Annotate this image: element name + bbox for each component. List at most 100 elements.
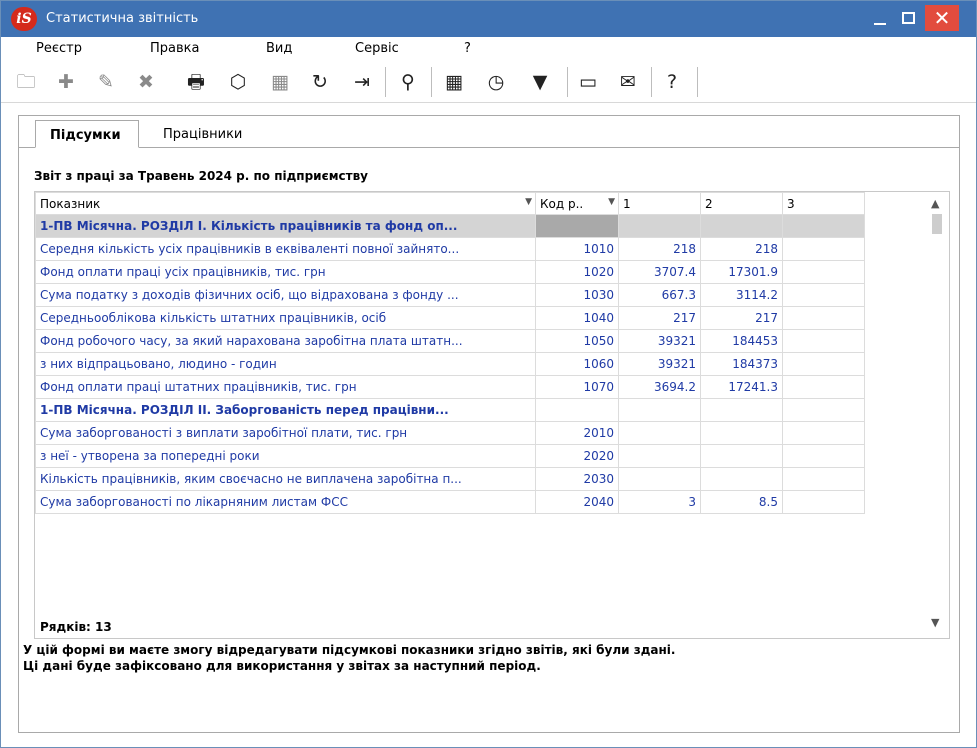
cell-value[interactable] [618,444,701,468]
table-row[interactable]: Фонд робочого часу, за який нарахована з… [35,329,865,353]
print-button[interactable]: 🖶 [181,67,211,97]
delete-item-button[interactable]: ✖ [131,67,161,97]
cell-value[interactable] [782,467,865,491]
cell-value[interactable] [782,490,865,514]
cell-value[interactable]: 17241.3 [700,375,783,399]
column-header-indicator[interactable]: Показник ▼ [35,192,536,215]
cell-value[interactable]: 39321 [618,352,701,376]
cell-indicator[interactable]: Фонд оплати праці штатних працівників, т… [35,375,536,399]
cell-value[interactable]: 39321 [618,329,701,353]
cell-indicator[interactable]: Середньооблікова кількість штатних праці… [35,306,536,330]
box-button[interactable]: ⬡ [223,67,253,97]
cell-value[interactable] [782,375,865,399]
cell-value[interactable] [782,352,865,376]
cell-indicator[interactable]: Кількість працівників, яким своєчасно не… [35,467,536,491]
table-row[interactable]: Кількість працівників, яким своєчасно не… [35,467,865,491]
cell-value[interactable]: 218 [618,237,701,261]
tab-employees[interactable]: Працівники [149,120,259,148]
cell-code[interactable] [535,214,619,238]
cell-indicator[interactable]: 1-ПВ Місячна. РОЗДІЛ II. Заборгованість … [35,398,536,422]
cell-value[interactable]: 184453 [700,329,783,353]
column-header-code[interactable]: Код р.. ▼ [535,192,619,215]
column-filter-icon[interactable]: ▼ [525,197,532,207]
cell-indicator[interactable]: Фонд оплати праці усіх працівників, тис.… [35,260,536,284]
cell-code[interactable]: 1010 [535,237,619,261]
section-row[interactable]: 1-ПВ Місячна. РОЗДІЛ II. Заборгованість … [35,398,865,422]
cell-indicator[interactable]: Сума податку з доходів фізичних осіб, що… [35,283,536,307]
cell-value[interactable] [618,467,701,491]
cell-value[interactable]: 3707.4 [618,260,701,284]
menu-view[interactable]: Вид [266,41,292,56]
help-button[interactable]: ? [657,67,687,97]
cell-value[interactable] [618,214,701,238]
cell-code[interactable]: 1020 [535,260,619,284]
search-button[interactable]: ⚲ [393,67,423,97]
cell-code[interactable]: 1030 [535,283,619,307]
cell-value[interactable]: 218 [700,237,783,261]
cell-value[interactable]: 184373 [700,352,783,376]
cell-code[interactable]: 1060 [535,352,619,376]
table-row[interactable]: Сума заборгованості з виплати заробітної… [35,421,865,445]
cell-value[interactable] [700,421,783,445]
column-header-3[interactable]: 3 [782,192,865,215]
cell-value[interactable]: 17301.9 [700,260,783,284]
table-row[interactable]: Фонд оплати праці усіх працівників, тис.… [35,260,865,284]
mail-button[interactable]: ✉ [613,67,643,97]
menu-edit[interactable]: Правка [150,41,199,56]
table-row[interactable]: Середньооблікова кількість штатних праці… [35,306,865,330]
cell-value[interactable] [700,214,783,238]
cell-value[interactable] [782,329,865,353]
cell-indicator[interactable]: Фонд робочого часу, за який нарахована з… [35,329,536,353]
scroll-down-icon[interactable]: ▼ [931,616,939,629]
vertical-scrollbar[interactable]: ▲ ▼ [924,192,949,638]
exit-button[interactable]: ⇥ [347,67,377,97]
cell-value[interactable] [782,283,865,307]
tab-summary[interactable]: Підсумки [35,120,139,148]
cell-value[interactable]: 3114.2 [700,283,783,307]
cell-value[interactable] [782,214,865,238]
cell-value[interactable] [782,444,865,468]
cell-code[interactable]: 1070 [535,375,619,399]
cell-code[interactable]: 2040 [535,490,619,514]
cell-value[interactable] [782,398,865,422]
document-clock-button[interactable]: ◷ [481,67,511,97]
cell-code[interactable]: 1050 [535,329,619,353]
column-filter-icon[interactable]: ▼ [608,197,615,207]
column-header-1[interactable]: 1 [618,192,701,215]
cell-code[interactable]: 2010 [535,421,619,445]
cell-indicator[interactable]: Середня кількість усіх працівників в екв… [35,237,536,261]
document-button[interactable]: ▭ [573,67,603,97]
cell-value[interactable] [782,306,865,330]
cell-value[interactable]: 3 [618,490,701,514]
scroll-up-icon[interactable]: ▲ [931,197,939,210]
cell-value[interactable]: 217 [618,306,701,330]
cell-code[interactable]: 2030 [535,467,619,491]
cell-code[interactable] [535,398,619,422]
cell-value[interactable] [782,237,865,261]
add-item-button[interactable]: ✚ [51,67,81,97]
menu-service[interactable]: Сервіс [355,41,399,56]
table-row[interactable]: Фонд оплати праці штатних працівників, т… [35,375,865,399]
excel-export-button[interactable]: ▦ [265,67,295,97]
cell-value[interactable]: 667.3 [618,283,701,307]
menu-registry[interactable]: Реєстр [36,41,82,56]
table-row[interactable]: Сума заборгованості по лікарняним листам… [35,490,865,514]
cell-indicator[interactable]: Сума заборгованості з виплати заробітної… [35,421,536,445]
table-row[interactable]: Сума податку з доходів фізичних осіб, що… [35,283,865,307]
table-row[interactable]: з неї - утворена за попередні роки 2020 [35,444,865,468]
cell-value[interactable]: 3694.2 [618,375,701,399]
maximize-button[interactable] [891,3,925,33]
filter-button[interactable]: ▼ [525,67,555,97]
cell-value[interactable] [700,467,783,491]
menu-help[interactable]: ? [464,41,471,56]
cell-value[interactable]: 8.5 [700,490,783,514]
cell-value[interactable] [618,398,701,422]
cell-value[interactable] [618,421,701,445]
table-row[interactable]: з них відпрацьовано, людино - годин 1060 3… [35,352,865,376]
column-header-2[interactable]: 2 [700,192,783,215]
cell-indicator[interactable]: з них відпрацьовано, людино - годин [35,352,536,376]
cell-indicator[interactable]: Сума заборгованості по лікарняним листам… [35,490,536,514]
close-button[interactable]: ✕ [925,5,959,31]
indicators-grid[interactable]: Показник ▼ Код р.. ▼ 1 2 3 1-ПВ Місячна. Р… [34,191,950,639]
cell-indicator[interactable]: 1-ПВ Місячна. РОЗДІЛ I. Кількість праців… [35,214,536,238]
